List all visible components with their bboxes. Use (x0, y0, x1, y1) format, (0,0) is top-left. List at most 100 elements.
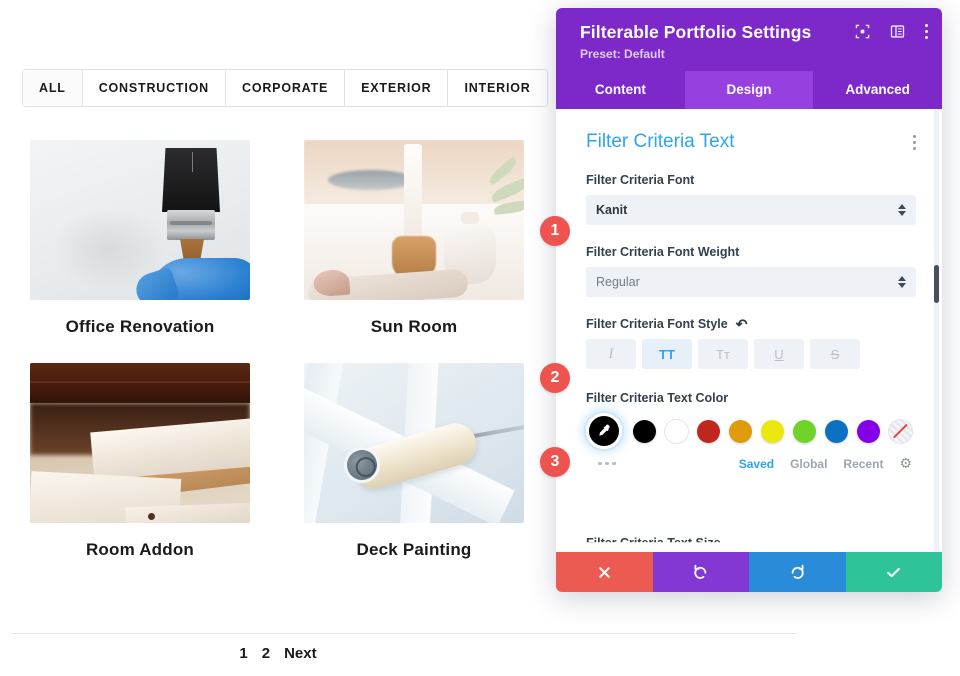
checkmark-icon (887, 567, 901, 577)
modal-tabs: Content Design Advanced (556, 71, 942, 109)
redo-icon (791, 564, 804, 579)
palette-tab-recent[interactable]: Recent (843, 457, 883, 471)
palette-tabs: Saved Global Recent ⚙ (739, 455, 912, 472)
modal-action-bar (556, 552, 942, 592)
roller-handle-shape (472, 423, 524, 439)
dark-beam-shape (30, 363, 250, 403)
save-button[interactable] (845, 552, 942, 592)
sun-room-image[interactable] (304, 140, 524, 300)
portfolio-item[interactable]: Deck Painting (304, 363, 524, 560)
portfolio-module: ALL CONSTRUCTION CORPORATE EXTERIOR INTE… (0, 0, 796, 676)
swatch-orange[interactable] (729, 419, 752, 443)
chevron-updown-icon (898, 276, 906, 288)
tab-content[interactable]: Content (556, 71, 685, 109)
swatch-blue[interactable] (825, 419, 848, 443)
font-select-value: Kanit (596, 203, 628, 217)
swatch-black[interactable] (633, 419, 656, 443)
undo-icon (694, 564, 707, 579)
portfolio-grid: Office Renovation Sun Room Room Addon De… (30, 140, 526, 560)
modal-scrollbar-thumb[interactable] (934, 265, 939, 303)
font-weight-select[interactable]: Regular (586, 267, 916, 297)
tab-design[interactable]: Design (684, 71, 814, 109)
candle-shape (404, 144, 422, 240)
deck-painting-image[interactable] (304, 363, 524, 523)
portfolio-item-title[interactable]: Sun Room (304, 317, 524, 337)
callout-badge-2: 2 (540, 363, 570, 393)
modal-header-icons (855, 24, 928, 39)
callout-badge-3: 3 (540, 447, 570, 477)
style-button-underline[interactable]: U (754, 339, 804, 369)
swatch-purple[interactable] (857, 419, 880, 443)
portfolio-item-title[interactable]: Office Renovation (30, 317, 250, 337)
close-x-icon (599, 566, 610, 578)
swatch-green[interactable] (793, 419, 816, 443)
modal-body: Filter Criteria Text Filter Criteria Fon… (556, 109, 942, 552)
more-dots-icon[interactable] (598, 461, 616, 466)
font-style-field-label: Filter Criteria Font Style ↶ (586, 317, 916, 331)
portfolio-item[interactable]: Sun Room (304, 140, 524, 337)
font-field-label: Filter Criteria Font (586, 173, 695, 187)
style-button-italic[interactable]: I (586, 339, 636, 369)
room-addon-image[interactable] (30, 363, 250, 523)
swatch-red[interactable] (697, 419, 720, 443)
preset-selector[interactable]: Preset: Default (580, 47, 924, 61)
undo-reset-icon[interactable]: ↶ (736, 317, 748, 331)
section-title: Filter Criteria Text (586, 131, 735, 152)
tab-advanced[interactable]: Advanced (813, 71, 942, 109)
undo-button[interactable] (652, 552, 749, 592)
filter-tab-interior[interactable]: INTERIOR (448, 70, 547, 106)
divider (12, 633, 796, 634)
callout-badge-1: 1 (540, 216, 570, 246)
filter-tab-construction[interactable]: CONSTRUCTION (82, 70, 226, 106)
filter-tab-corporate[interactable]: CORPORATE (226, 70, 346, 106)
portfolio-item-title[interactable]: Deck Painting (304, 540, 524, 560)
paint-brush-image[interactable] (30, 140, 250, 300)
filter-tab-all[interactable]: ALL (23, 70, 83, 106)
eyedropper-icon[interactable] (586, 413, 622, 449)
brush-bristles-shape (162, 148, 220, 212)
font-weight-select-value: Regular (596, 275, 640, 289)
focus-target-icon[interactable] (855, 24, 870, 39)
cancel-button[interactable] (556, 552, 653, 592)
modal-scrollbar-track[interactable] (934, 109, 939, 552)
modal-header: Filterable Portfolio Settings Preset: De… (556, 8, 942, 71)
portfolio-item-title[interactable]: Room Addon (30, 540, 250, 560)
filter-tab-exterior[interactable]: EXTERIOR (345, 70, 449, 106)
font-weight-field-label: Filter Criteria Font Weight (586, 245, 740, 259)
swatch-yellow[interactable] (761, 419, 784, 443)
kebab-menu-icon[interactable] (925, 24, 928, 39)
style-button-uppercase[interactable]: TT (642, 339, 692, 369)
portfolio-item[interactable]: Office Renovation (30, 140, 250, 337)
pagination: 1 2 Next (0, 645, 556, 662)
section-header: Filter Criteria Text (586, 131, 916, 153)
drill-hole-shape (148, 513, 155, 520)
portfolio-filter-tabs: ALL CONSTRUCTION CORPORATE EXTERIOR INTE… (22, 69, 548, 107)
tray-shape (328, 170, 414, 190)
gear-icon[interactable]: ⚙ (899, 455, 912, 472)
palette-tab-saved[interactable]: Saved (739, 457, 774, 471)
style-button-strikethrough[interactable]: S (810, 339, 860, 369)
style-button-smallcaps[interactable]: Tᴛ (698, 339, 748, 369)
sage-bundle-shape (307, 268, 469, 300)
settings-modal: Filterable Portfolio Settings Preset: De… (556, 8, 942, 592)
color-swatch-row (586, 413, 916, 449)
swatch-white[interactable] (665, 419, 688, 443)
font-style-buttons: I TT Tᴛ U S (586, 339, 916, 369)
brush-ferrule-shape (167, 210, 215, 240)
swatch-none[interactable] (889, 419, 912, 443)
section-kebab-menu-icon[interactable] (913, 134, 916, 150)
chevron-updown-icon (898, 204, 906, 216)
redo-button[interactable] (749, 552, 846, 592)
pagination-page-1[interactable]: 1 (239, 645, 247, 662)
text-color-field-label: Filter Criteria Text Color (586, 391, 729, 405)
font-style-label-text: Filter Criteria Font Style (586, 317, 728, 331)
portfolio-item[interactable]: Room Addon (30, 363, 250, 560)
pagination-page-2[interactable]: 2 (262, 645, 270, 662)
color-palette-meta: Saved Global Recent ⚙ (586, 455, 916, 472)
pagination-next[interactable]: Next (284, 645, 317, 662)
blue-glove-shape (148, 258, 250, 300)
font-select[interactable]: Kanit (586, 195, 916, 225)
panel-layout-icon[interactable] (890, 24, 905, 39)
wood-plank-shape (125, 502, 250, 523)
palette-tab-global[interactable]: Global (790, 457, 827, 471)
